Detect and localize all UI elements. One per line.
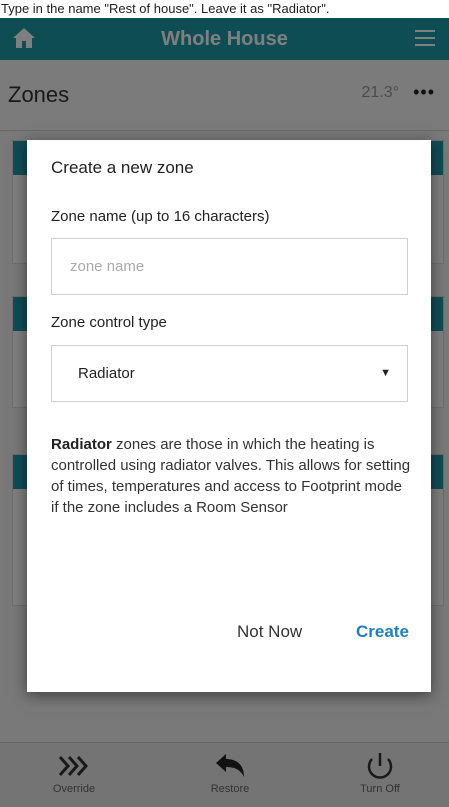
app-screen: Whole House Zones 21.3° ••• Override Res… <box>0 18 449 807</box>
description-bold: Radiator <box>51 436 112 453</box>
selected-control-type: Radiator <box>78 365 135 382</box>
dropdown-arrow-icon: ▼ <box>380 367 391 379</box>
zone-name-label: Zone name (up to 16 characters) <box>51 208 270 225</box>
zone-name-input[interactable] <box>51 238 408 295</box>
not-now-button[interactable]: Not Now <box>237 622 302 642</box>
dialog-title: Create a new zone <box>51 158 194 177</box>
zone-control-type-select[interactable]: Radiator ▼ <box>51 345 408 402</box>
create-button[interactable]: Create <box>356 622 409 642</box>
create-zone-dialog: Create a new zone Zone name (up to 16 ch… <box>27 140 431 692</box>
control-type-description: Radiator zones are those in which the he… <box>51 434 411 518</box>
zone-control-type-label: Zone control type <box>51 314 167 331</box>
